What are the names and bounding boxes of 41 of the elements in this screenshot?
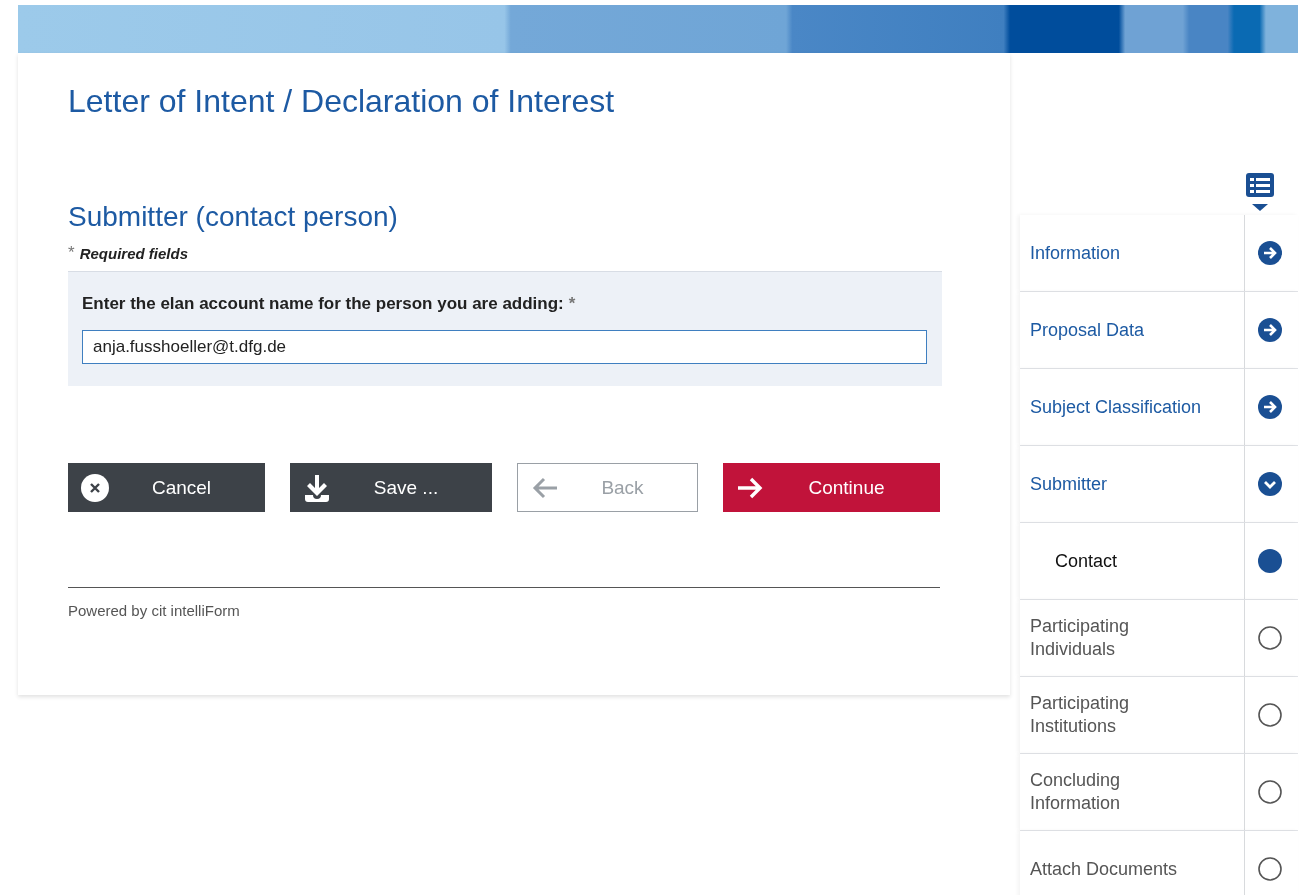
save-button[interactable]: Save ... — [290, 463, 492, 512]
filled-circle-icon — [1258, 549, 1282, 573]
step-item[interactable]: Information — [1020, 215, 1298, 292]
step-label: Participating Individuals — [1030, 615, 1131, 661]
step-label: Information — [1030, 241, 1121, 265]
section-title: Submitter (contact person) — [68, 200, 399, 234]
step-label: Concluding Information — [1030, 769, 1122, 815]
step-item[interactable]: Participating Individuals — [1020, 600, 1298, 677]
chevron-down-icon — [1258, 472, 1282, 496]
step-label: Attach Documents — [1030, 857, 1178, 881]
arrow-right-icon — [1258, 318, 1282, 342]
step-label: Contact — [1055, 549, 1118, 573]
empty-circle-icon — [1258, 703, 1282, 727]
account-name-field[interactable]: anja.fusshoeller@t.dfg.de — [82, 330, 927, 364]
required-mark: * — [68, 243, 75, 263]
arrow-right-icon — [1258, 395, 1282, 419]
footer-text: Powered by cit intelliForm — [68, 602, 241, 619]
step-item[interactable]: Contact — [1020, 523, 1298, 600]
empty-circle-icon — [1258, 857, 1282, 881]
close-icon — [80, 472, 110, 503]
step-item[interactable]: Submitter — [1020, 446, 1298, 523]
cancel-button[interactable]: Cancel — [68, 463, 265, 512]
step-item[interactable]: Subject Classification — [1020, 369, 1298, 446]
required-mark: * — [568, 294, 576, 315]
continue-button[interactable]: Continue — [723, 463, 940, 512]
step-label: Proposal Data — [1030, 318, 1145, 342]
step-item[interactable]: Concluding Information — [1020, 754, 1298, 831]
arrow-right-icon — [1258, 241, 1282, 265]
required-note: Required fields — [79, 244, 188, 262]
step-item[interactable]: Proposal Data — [1020, 292, 1298, 369]
empty-circle-icon — [1258, 780, 1282, 804]
download-icon — [302, 472, 332, 503]
step-label: Subject Classification — [1030, 395, 1202, 419]
step-label: Submitter — [1030, 472, 1108, 496]
step-item[interactable]: Participating Institutions — [1020, 677, 1298, 754]
step-item[interactable]: Attach Documents — [1020, 831, 1298, 895]
list-icon[interactable] — [1246, 173, 1274, 213]
page-title: Letter of Intent / Declaration of Interest — [68, 82, 616, 121]
empty-circle-icon — [1258, 626, 1282, 650]
step-label: Participating Institutions — [1030, 692, 1131, 738]
field-label: Enter the elan account name for the person you are adding: — [82, 294, 564, 315]
